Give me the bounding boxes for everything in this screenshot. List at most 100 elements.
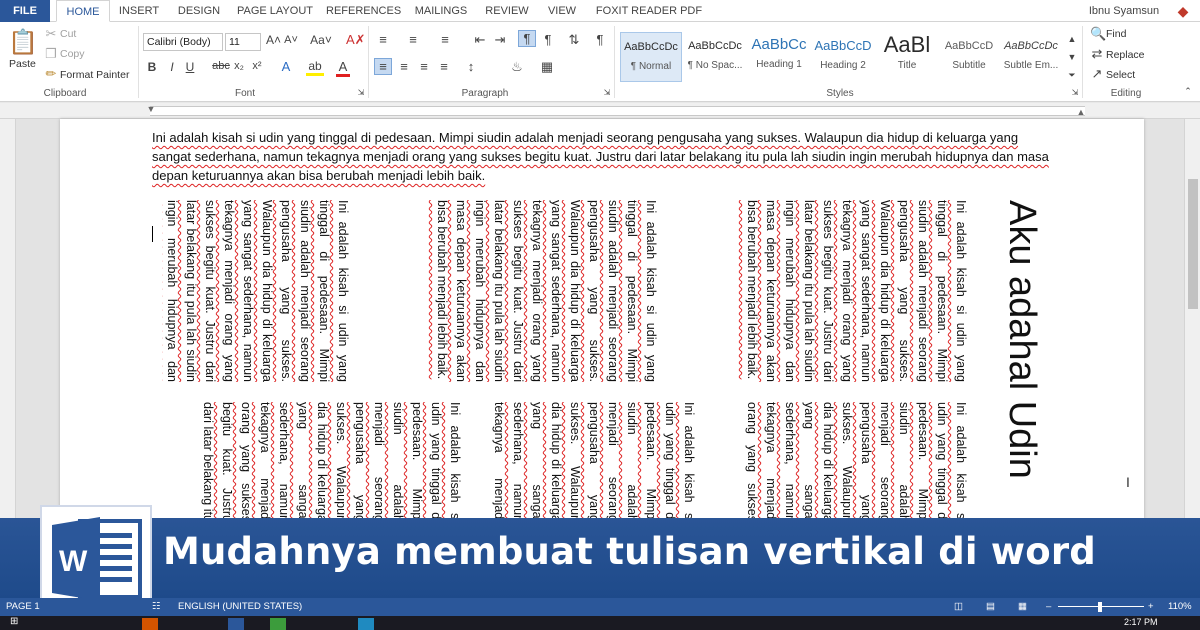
numbering-icon[interactable]: ≡ (405, 32, 421, 47)
decrease-indent-icon[interactable]: ⇤ (472, 32, 488, 48)
strikethrough-icon[interactable]: abc (212, 60, 230, 72)
ribbon-home: 📋 Paste ✂ Cut ❐ Copy ✏ Format Painter Cl… (0, 22, 1200, 102)
underline-icon[interactable]: U (184, 60, 196, 74)
right-indent-marker-icon[interactable]: ▲ (1076, 107, 1086, 117)
subscript-icon[interactable]: x₂ (232, 60, 246, 72)
tab-design[interactable]: DESIGN (172, 0, 226, 22)
grow-font-icon[interactable]: A˄ (266, 33, 281, 47)
paragraph-dialog-launcher-icon[interactable]: ⇲ (602, 88, 612, 97)
proofing-icon[interactable]: ☷ (152, 598, 161, 616)
scrollbar-thumb[interactable] (1188, 179, 1198, 309)
shrink-font-icon[interactable]: A˅ (284, 34, 298, 46)
style-sample: AaBbCcD (814, 38, 872, 53)
highlight-color-icon[interactable]: ab (306, 59, 324, 76)
font-dialog-launcher-icon[interactable]: ⇲ (356, 88, 366, 97)
document-paragraph[interactable]: Ini adalah kisah si udin yang tinggal di… (152, 128, 1057, 185)
taskbar-app-icon[interactable] (142, 618, 158, 630)
paste-icon[interactable]: 📋 (8, 28, 38, 58)
style-title[interactable]: AaBl Title (876, 32, 938, 82)
align-left-icon[interactable]: ≡ (374, 58, 392, 75)
bold-icon[interactable]: B (146, 60, 158, 74)
vertical-text-column[interactable]: Ini adalah kisah si udin yang tinggal di… (396, 200, 660, 382)
font-size-dropdown[interactable]: 11 (225, 33, 261, 51)
web-layout-icon[interactable]: ▦ (1018, 598, 1027, 616)
tab-foxit-reader-pdf[interactable]: FOXIT READER PDF (594, 0, 704, 22)
vertical-title[interactable]: Aku adahal Udin (992, 200, 1052, 520)
tab-home[interactable]: HOME (56, 0, 110, 22)
cut-button[interactable]: Cut (60, 28, 76, 40)
windows-taskbar: ⊞ 2:17 PM (0, 616, 1200, 630)
style-heading-2[interactable]: AaBbCcD Heading 2 (812, 32, 874, 82)
taskbar-app-icon[interactable] (270, 618, 286, 630)
paste-button[interactable]: Paste (9, 58, 36, 70)
styles-scroll-up-icon[interactable]: ▲ (1066, 34, 1078, 44)
start-icon[interactable]: ⊞ (10, 616, 18, 627)
read-mode-icon[interactable]: ◫ (954, 598, 963, 616)
borders-icon[interactable]: ▦ (538, 59, 556, 75)
banner-title: Mudahnya membuat tulisan vertikal di wor… (163, 530, 1096, 573)
style-subtitle[interactable]: AaBbCcD Subtitle (938, 32, 1000, 82)
justify-icon[interactable]: ≡ (436, 59, 452, 74)
language-indicator[interactable]: ENGLISH (UNITED STATES) (178, 598, 302, 616)
format-painter-button[interactable]: Format Painter (60, 69, 129, 81)
style-no-spacing[interactable]: AaBbCcDc ¶ No Spac... (684, 32, 746, 82)
font-name-dropdown[interactable]: Calibri (Body) (143, 33, 223, 51)
line-spacing-icon[interactable]: ↕ (462, 59, 480, 74)
horizontal-ruler[interactable]: ▼ ▲ (0, 103, 1200, 119)
zoom-out-icon[interactable]: – (1046, 598, 1051, 616)
taskbar-word-icon[interactable] (228, 618, 244, 630)
clock[interactable]: 2:17 PM (1124, 617, 1158, 627)
taskbar-app-icon[interactable] (358, 618, 374, 630)
shading-icon[interactable]: ♨ (508, 59, 526, 75)
zoom-slider-thumb[interactable] (1098, 602, 1102, 612)
bullets-icon[interactable]: ≡ (375, 32, 391, 47)
styles-scroll-down-icon[interactable]: ▼ (1066, 52, 1078, 62)
zoom-in-icon[interactable]: + (1148, 598, 1154, 616)
style-subtle-emphasis[interactable]: AaBbCcDc Subtle Em... (1000, 32, 1062, 82)
show-formatting-marks-icon[interactable]: ¶ (592, 32, 608, 47)
zoom-level[interactable]: 110% (1168, 598, 1192, 616)
align-right-icon[interactable]: ≡ (416, 59, 432, 74)
vertical-text-column[interactable]: Ini adalah kisah si udin yang tinggal di… (492, 402, 698, 522)
vertical-text-column[interactable]: Ini adalah kisah si udin yang tinggal di… (744, 402, 970, 522)
styles-dialog-launcher-icon[interactable]: ⇲ (1070, 88, 1080, 97)
user-name[interactable]: Ibnu Syamsun (1084, 0, 1164, 22)
rtl-direction-icon[interactable]: ¶ (540, 32, 556, 47)
print-layout-icon[interactable]: ▤ (986, 598, 995, 616)
superscript-icon[interactable]: x² (250, 60, 264, 72)
multilevel-list-icon[interactable]: ≡ (437, 32, 453, 47)
text-effects-icon[interactable]: A (278, 59, 294, 74)
find-button[interactable]: Find (1106, 28, 1126, 40)
sort-icon[interactable]: ⇅ (566, 32, 582, 48)
select-button[interactable]: Select (1106, 69, 1135, 81)
replace-button[interactable]: Replace (1106, 49, 1145, 61)
vertical-text-column[interactable]: Ini adalah kisah si udin yang tinggal di… (200, 402, 464, 522)
ltr-direction-icon[interactable]: ¶ (518, 30, 536, 47)
vertical-scrollbar[interactable] (1184, 119, 1200, 519)
copy-button[interactable]: Copy (60, 48, 85, 60)
tab-view[interactable]: VIEW (542, 0, 582, 22)
change-case-icon[interactable]: Aa˅ (310, 33, 332, 47)
font-color-icon[interactable]: A (336, 59, 350, 77)
page-indicator[interactable]: PAGE 1 (6, 598, 40, 616)
styles-more-icon[interactable]: ⏷ (1066, 70, 1078, 81)
align-center-icon[interactable]: ≡ (396, 59, 412, 74)
tab-references[interactable]: REFERENCES (326, 0, 401, 22)
tab-insert[interactable]: INSERT (114, 0, 164, 22)
increase-indent-icon[interactable]: ⇥ (492, 32, 508, 48)
tab-review[interactable]: REVIEW (482, 0, 532, 22)
replace-icon: ⇄ (1091, 46, 1103, 61)
style-heading-1[interactable]: AaBbCc Heading 1 (748, 32, 810, 82)
style-normal[interactable]: AaBbCcDc ¶ Normal (620, 32, 682, 82)
tab-mailings[interactable]: MAILINGS (410, 0, 472, 22)
indent-marker-icon[interactable]: ▼ (146, 104, 156, 114)
vertical-text-column[interactable]: Ini adalah kisah si udin yang tinggal di… (706, 200, 970, 382)
tab-page-layout[interactable]: PAGE LAYOUT (234, 0, 316, 22)
vertical-ruler[interactable] (0, 119, 16, 519)
vertical-text-column[interactable]: Ini adalah kisah si udin yang tinggal di… (162, 200, 352, 382)
clear-formatting-icon[interactable]: A✗ (346, 32, 366, 48)
tab-file[interactable]: FILE (0, 0, 50, 22)
collapse-ribbon-icon[interactable]: ⌃ (1182, 86, 1194, 97)
clipboard-group-label: Clipboard (43, 88, 87, 99)
italic-icon[interactable]: I (166, 60, 178, 74)
